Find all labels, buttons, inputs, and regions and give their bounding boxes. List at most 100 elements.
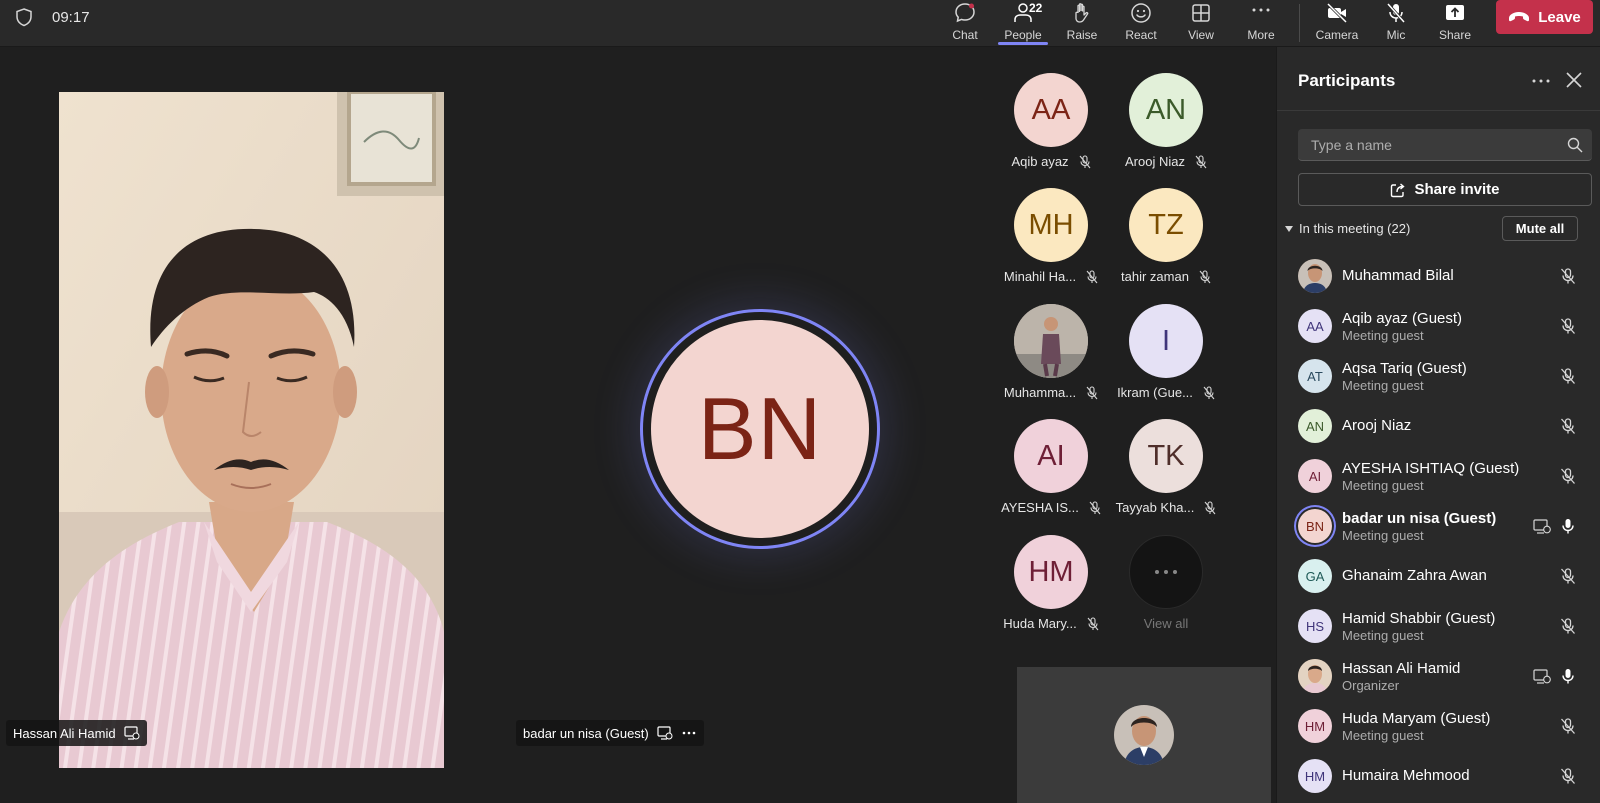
participant-role: Organizer — [1342, 678, 1400, 693]
participant-row[interactable]: HM Huda Maryam (Guest) Meeting guest — [1277, 701, 1600, 751]
participant-avatar: GA — [1298, 559, 1332, 593]
ellipsis-icon — [1155, 570, 1177, 574]
gallery-participant-tile[interactable]: AA Aqib ayaz — [996, 73, 1106, 183]
video-name-tag: Hassan Ali Hamid — [6, 720, 147, 746]
mute-all-button[interactable]: Mute all — [1502, 216, 1578, 241]
mic-icon — [1562, 519, 1574, 534]
participant-row[interactable]: HM Humaira Mehmood — [1277, 751, 1600, 801]
close-icon[interactable] — [1565, 71, 1583, 89]
phone-hangup-icon — [1509, 12, 1530, 22]
participant-avatar — [1298, 259, 1332, 293]
participant-role: Meeting guest — [1342, 728, 1424, 743]
share-icon — [1391, 182, 1406, 197]
participant-avatar: MH — [1014, 188, 1088, 262]
participant-row[interactable]: HS Hamid Shabbir (Guest) Meeting guest — [1277, 601, 1600, 651]
ellipsis-icon — [1252, 8, 1270, 12]
participant-avatar: AA — [1014, 73, 1088, 147]
screen-share-indicator-icon — [1533, 519, 1551, 534]
smile-icon — [1131, 3, 1151, 23]
active-speaker-tile[interactable]: BN — [640, 309, 880, 549]
shield-icon — [16, 8, 32, 27]
participant-row[interactable]: Hassan Ali Hamid Organizer — [1277, 651, 1600, 701]
participant-name: Hassan Ali Hamid — [1342, 660, 1461, 677]
mic-icon — [1562, 669, 1574, 684]
active-speaker-name-tag: badar un nisa (Guest) — [516, 720, 704, 746]
mic-off-icon — [1386, 3, 1406, 23]
participant-row[interactable]: GA Ghanaim Zahra Awan — [1277, 551, 1600, 601]
gallery-participant-tile[interactable]: TZ tahir zaman — [1111, 188, 1221, 298]
mic-off-icon — [1089, 500, 1101, 514]
panel-divider — [1277, 110, 1600, 111]
caret-down-icon — [1285, 225, 1293, 232]
mic-off-icon — [1561, 618, 1575, 634]
meeting-timer: 09:17 — [52, 9, 90, 26]
ellipsis-icon[interactable] — [1529, 69, 1553, 93]
participant-row[interactable]: BN badar un nisa (Guest) Meeting guest — [1277, 501, 1600, 551]
more-button[interactable]: More — [1234, 0, 1288, 46]
participant-avatar: AT — [1298, 359, 1332, 393]
screen-share-indicator-icon — [657, 726, 673, 740]
mic-off-icon — [1561, 418, 1575, 434]
share-button[interactable]: Share — [1428, 0, 1482, 46]
people-count: 22 — [1029, 1, 1043, 15]
participant-video-tile[interactable] — [59, 92, 444, 768]
toolbar-divider — [1299, 4, 1300, 42]
raise-hand-button[interactable]: Raise — [1055, 0, 1109, 46]
gallery-participant-tile[interactable]: TK Tayyab Kha... — [1111, 419, 1221, 529]
meeting-stage: Hassan Ali Hamid BN badar un nisa (Guest… — [0, 47, 1275, 803]
gallery-participant-name: Ikram (Gue... — [1117, 385, 1215, 400]
participant-name: Hamid Shabbir (Guest) — [1342, 610, 1496, 627]
in-meeting-section-toggle[interactable]: In this meeting (22) — [1285, 221, 1410, 236]
participant-name: Aqib ayaz (Guest) — [1342, 310, 1463, 327]
view-all-tile[interactable]: View all — [1111, 535, 1221, 645]
gallery-participant-tile[interactable]: Muhamma... — [996, 304, 1106, 414]
mic-off-icon — [1204, 500, 1216, 514]
view-button[interactable]: View — [1174, 0, 1228, 46]
participant-row[interactable]: AN Arooj Niaz — [1277, 401, 1600, 451]
participant-row[interactable]: AT Aqsa Tariq (Guest) Meeting guest — [1277, 351, 1600, 401]
participant-avatar: AN — [1298, 409, 1332, 443]
participant-avatar: HS — [1298, 609, 1332, 643]
participant-row[interactable]: Muhammad Bilal — [1277, 251, 1600, 301]
search-input[interactable] — [1298, 129, 1592, 161]
share-screen-icon — [1446, 5, 1464, 20]
participant-row[interactable]: AA Aqib ayaz (Guest) Meeting guest — [1277, 301, 1600, 351]
participant-row[interactable]: AI AYESHA ISHTIAQ (Guest) Meeting guest — [1277, 451, 1600, 501]
participant-avatar — [1014, 304, 1088, 378]
screen-share-indicator-icon — [124, 726, 140, 740]
gallery-participant-name: Huda Mary... — [1003, 616, 1099, 631]
panel-title: Participants — [1298, 71, 1396, 90]
people-button[interactable]: 22 People — [996, 0, 1050, 46]
self-avatar — [1114, 705, 1174, 765]
camera-button[interactable]: Camera — [1310, 0, 1364, 46]
share-invite-button[interactable]: Share invite — [1298, 173, 1592, 206]
gallery-participant-tile[interactable]: I Ikram (Gue... — [1111, 304, 1221, 414]
mic-off-icon — [1561, 268, 1575, 284]
ellipsis-icon[interactable] — [681, 726, 697, 740]
gallery-participant-name: Minahil Ha... — [1004, 269, 1098, 284]
gallery-participant-name: View all — [1143, 616, 1189, 631]
gallery-participant-name: tahir zaman — [1121, 269, 1211, 284]
gallery-participant-tile[interactable]: AN Arooj Niaz — [1111, 73, 1221, 183]
participant-avatar: AI — [1014, 419, 1088, 493]
mic-button[interactable]: Mic — [1369, 0, 1423, 46]
gallery-participant-tile[interactable]: HM Huda Mary... — [996, 535, 1106, 645]
gallery-participant-tile[interactable]: MH Minahil Ha... — [996, 188, 1106, 298]
gallery-participant-tile[interactable]: AI AYESHA IS... — [996, 419, 1106, 529]
mic-off-icon — [1079, 154, 1090, 168]
mic-off-icon — [1561, 318, 1575, 334]
mic-off-icon — [1561, 468, 1575, 484]
participant-avatar: I — [1129, 304, 1203, 378]
gallery-participant-name: Muhamma... — [1004, 385, 1098, 400]
participant-name: Muhammad Bilal — [1342, 267, 1454, 284]
participant-avatar: HM — [1298, 759, 1332, 793]
participant-avatar: AA — [1298, 309, 1332, 343]
search-icon — [1567, 137, 1583, 153]
leave-button[interactable]: Leave — [1496, 0, 1593, 34]
participant-role: Meeting guest — [1342, 328, 1424, 343]
chat-button[interactable]: Chat — [938, 0, 992, 46]
self-preview-tile[interactable] — [1017, 667, 1271, 803]
react-button[interactable]: React — [1114, 0, 1168, 46]
meeting-toolbar: 09:17 Chat 22 People Raise React View Mo… — [0, 0, 1600, 47]
participant-avatar: HM — [1014, 535, 1088, 609]
